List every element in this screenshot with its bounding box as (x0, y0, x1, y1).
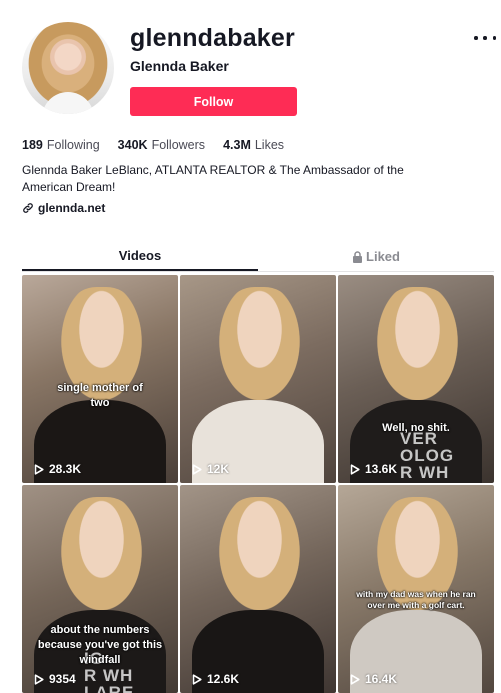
profile-link[interactable]: glennda.net (22, 201, 105, 215)
video-views-count: 12K (207, 462, 230, 476)
followers-label: Followers (151, 138, 206, 152)
profile-bio: Glennda Baker LeBlanc, ATLANTA REALTOR &… (22, 163, 404, 194)
video-views: 16.4K (350, 672, 397, 686)
video-tile[interactable]: VER OLOG R WH Well, no shit. 13.6K (338, 275, 494, 483)
video-views: 12K (192, 462, 229, 476)
video-tile[interactable]: IG R WH LARE about the numbers because you… (22, 485, 178, 693)
profile-username: glenndabaker (130, 24, 295, 52)
followers-stat[interactable]: 340K Followers (118, 138, 205, 152)
video-views-count: 28.3K (49, 462, 82, 476)
likes-count: 4.3M (223, 138, 251, 152)
video-thumbnail (214, 497, 305, 619)
play-icon (192, 463, 202, 475)
follow-button[interactable]: Follow (130, 87, 297, 116)
play-icon (350, 673, 360, 685)
video-views: 13.6K (350, 462, 397, 476)
following-count: 189 (22, 138, 43, 152)
more-dots-icon[interactable] (474, 28, 496, 48)
profile-nickname: Glennda Baker (130, 58, 229, 74)
tab-liked[interactable]: Liked (258, 242, 494, 271)
video-caption: Well, no shit. (382, 422, 450, 434)
video-views-count: 13.6K (365, 462, 398, 476)
video-caption: with my dad was when he ran over me with… (356, 589, 476, 610)
avatar-shirt (42, 92, 94, 114)
likes-stat: 4.3M Likes (223, 138, 284, 152)
following-label: Following (46, 138, 100, 152)
video-thumbnail (372, 287, 463, 409)
profile-tabs: Videos Liked (22, 242, 494, 272)
profile-stats: 189 Following 340K Followers 4.3M Likes (22, 138, 302, 152)
tab-liked-label: Liked (366, 249, 400, 264)
video-tile[interactable]: with my dad was when he ran over me with… (338, 485, 494, 693)
following-stat[interactable]: 189 Following (22, 138, 100, 152)
likes-label: Likes (254, 138, 285, 152)
video-views: 9354 (34, 672, 76, 686)
lock-icon (353, 250, 363, 263)
play-icon (34, 463, 44, 475)
play-icon (192, 673, 202, 685)
profile-link-text: glennda.net (38, 201, 106, 215)
video-thumbnail (56, 497, 147, 619)
followers-count: 340K (117, 138, 148, 152)
video-thumbnail (214, 287, 305, 409)
shirt-print: VER OLOG R WH (400, 429, 455, 482)
play-icon (34, 673, 44, 685)
video-caption: single mother of two (57, 382, 143, 409)
video-views: 28.3K (34, 462, 81, 476)
video-caption: about the numbers because you've got thi… (37, 624, 163, 666)
video-views-count: 12.6K (207, 672, 240, 686)
tab-videos-label: Videos (118, 248, 162, 263)
video-grid: single mother of two 28.3K 12K VER OLOG R … (22, 275, 496, 693)
video-views-count: 16.4K (365, 672, 398, 686)
video-tile[interactable]: 12.6K (180, 485, 336, 693)
video-views: 12.6K (192, 672, 239, 686)
play-icon (350, 463, 360, 475)
video-tile[interactable]: single mother of two 28.3K (22, 275, 178, 483)
link-icon (23, 203, 33, 213)
video-views-count: 9354 (49, 672, 76, 686)
video-tile[interactable]: 12K (180, 275, 336, 483)
profile-avatar[interactable] (22, 22, 114, 114)
tab-videos[interactable]: Videos (22, 242, 258, 271)
